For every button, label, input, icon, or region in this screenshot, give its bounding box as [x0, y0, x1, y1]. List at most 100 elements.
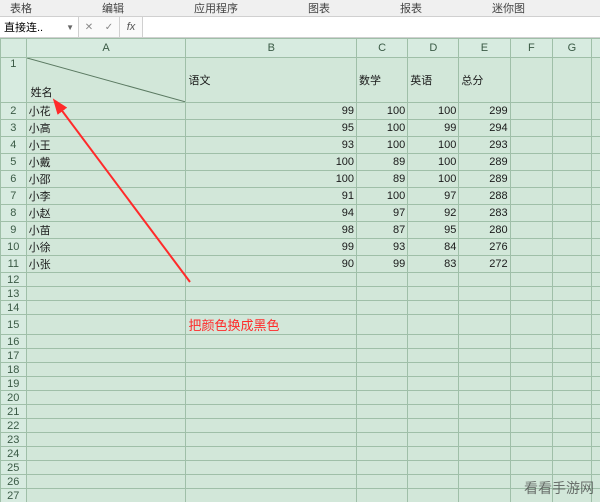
cell[interactable]: 280: [459, 222, 510, 239]
cell[interactable]: [510, 154, 553, 171]
diagonal-header-cell[interactable]: 姓名: [26, 58, 186, 103]
cell[interactable]: [357, 475, 408, 489]
cell[interactable]: [408, 433, 459, 447]
cell[interactable]: 100: [186, 154, 357, 171]
row-header[interactable]: 11: [1, 256, 27, 273]
cell[interactable]: [553, 315, 591, 335]
cell[interactable]: 272: [459, 256, 510, 273]
cell[interactable]: 语文: [186, 58, 357, 103]
row-header[interactable]: 26: [1, 475, 27, 489]
cell[interactable]: [553, 287, 591, 301]
cell[interactable]: [186, 447, 357, 461]
column-header[interactable]: E: [459, 39, 510, 58]
cell[interactable]: [357, 335, 408, 349]
cell[interactable]: [459, 363, 510, 377]
cell[interactable]: [510, 239, 553, 256]
cell[interactable]: [591, 447, 600, 461]
cell[interactable]: [510, 405, 553, 419]
cell[interactable]: 276: [459, 239, 510, 256]
cell[interactable]: [553, 205, 591, 222]
row-header[interactable]: 6: [1, 171, 27, 188]
cell[interactable]: [26, 315, 186, 335]
cell[interactable]: [186, 391, 357, 405]
cell[interactable]: [591, 154, 600, 171]
cell[interactable]: 83: [408, 256, 459, 273]
spreadsheet-grid[interactable]: A B C D E F G H 1 姓名 语文 数学 英语 总分: [0, 38, 600, 502]
cell[interactable]: [357, 273, 408, 287]
cell[interactable]: [591, 315, 600, 335]
cell[interactable]: [553, 377, 591, 391]
row-header[interactable]: 12: [1, 273, 27, 287]
cell[interactable]: [357, 419, 408, 433]
row-header[interactable]: 3: [1, 120, 27, 137]
cell[interactable]: [186, 287, 357, 301]
cell[interactable]: [591, 475, 600, 489]
cell[interactable]: [591, 377, 600, 391]
cell[interactable]: 283: [459, 205, 510, 222]
cell[interactable]: [186, 363, 357, 377]
cell[interactable]: [26, 287, 186, 301]
cell[interactable]: [553, 335, 591, 349]
cell[interactable]: 小张: [26, 256, 186, 273]
cell[interactable]: [408, 377, 459, 391]
cell[interactable]: [26, 461, 186, 475]
cell[interactable]: 英语: [408, 58, 459, 103]
cell[interactable]: [510, 315, 553, 335]
cell[interactable]: 94: [186, 205, 357, 222]
cell[interactable]: [591, 489, 600, 502]
cell[interactable]: [591, 222, 600, 239]
cell[interactable]: 100: [357, 188, 408, 205]
cell[interactable]: [591, 58, 600, 103]
cell[interactable]: [357, 363, 408, 377]
cell[interactable]: 93: [186, 137, 357, 154]
cell[interactable]: [553, 447, 591, 461]
row-header[interactable]: 9: [1, 222, 27, 239]
cell[interactable]: 99: [357, 256, 408, 273]
cell[interactable]: [510, 171, 553, 188]
row-header[interactable]: 10: [1, 239, 27, 256]
cell[interactable]: [553, 58, 591, 103]
row-header[interactable]: 17: [1, 349, 27, 363]
cell[interactable]: [408, 489, 459, 502]
cell[interactable]: [26, 349, 186, 363]
cell[interactable]: [510, 58, 553, 103]
cell[interactable]: [510, 349, 553, 363]
cell[interactable]: 289: [459, 171, 510, 188]
cell[interactable]: 100: [408, 137, 459, 154]
cell[interactable]: 小赵: [26, 205, 186, 222]
cell[interactable]: 92: [408, 205, 459, 222]
column-header[interactable]: G: [553, 39, 591, 58]
cell[interactable]: [26, 419, 186, 433]
cell[interactable]: [553, 171, 591, 188]
row-header[interactable]: 4: [1, 137, 27, 154]
cell[interactable]: [591, 239, 600, 256]
column-header[interactable]: B: [186, 39, 357, 58]
cell[interactable]: [459, 475, 510, 489]
cell[interactable]: [510, 391, 553, 405]
row-header[interactable]: 24: [1, 447, 27, 461]
menu-item[interactable]: 图表: [298, 0, 390, 16]
column-header[interactable]: A: [26, 39, 186, 58]
cell[interactable]: [186, 273, 357, 287]
row-header[interactable]: 7: [1, 188, 27, 205]
cell[interactable]: 100: [186, 171, 357, 188]
cell[interactable]: [591, 205, 600, 222]
cell[interactable]: [459, 287, 510, 301]
cell[interactable]: 99: [408, 120, 459, 137]
cell[interactable]: [591, 120, 600, 137]
cell[interactable]: [553, 239, 591, 256]
cell[interactable]: [186, 461, 357, 475]
cell[interactable]: [357, 287, 408, 301]
row-header[interactable]: 18: [1, 363, 27, 377]
cell[interactable]: 89: [357, 171, 408, 188]
row-header[interactable]: 25: [1, 461, 27, 475]
cell[interactable]: 99: [186, 239, 357, 256]
cell[interactable]: [26, 475, 186, 489]
cell[interactable]: [553, 301, 591, 315]
cell[interactable]: [408, 273, 459, 287]
cell[interactable]: [186, 489, 357, 502]
cell[interactable]: [408, 315, 459, 335]
cell[interactable]: [459, 349, 510, 363]
column-header[interactable]: F: [510, 39, 553, 58]
row-header[interactable]: 14: [1, 301, 27, 315]
